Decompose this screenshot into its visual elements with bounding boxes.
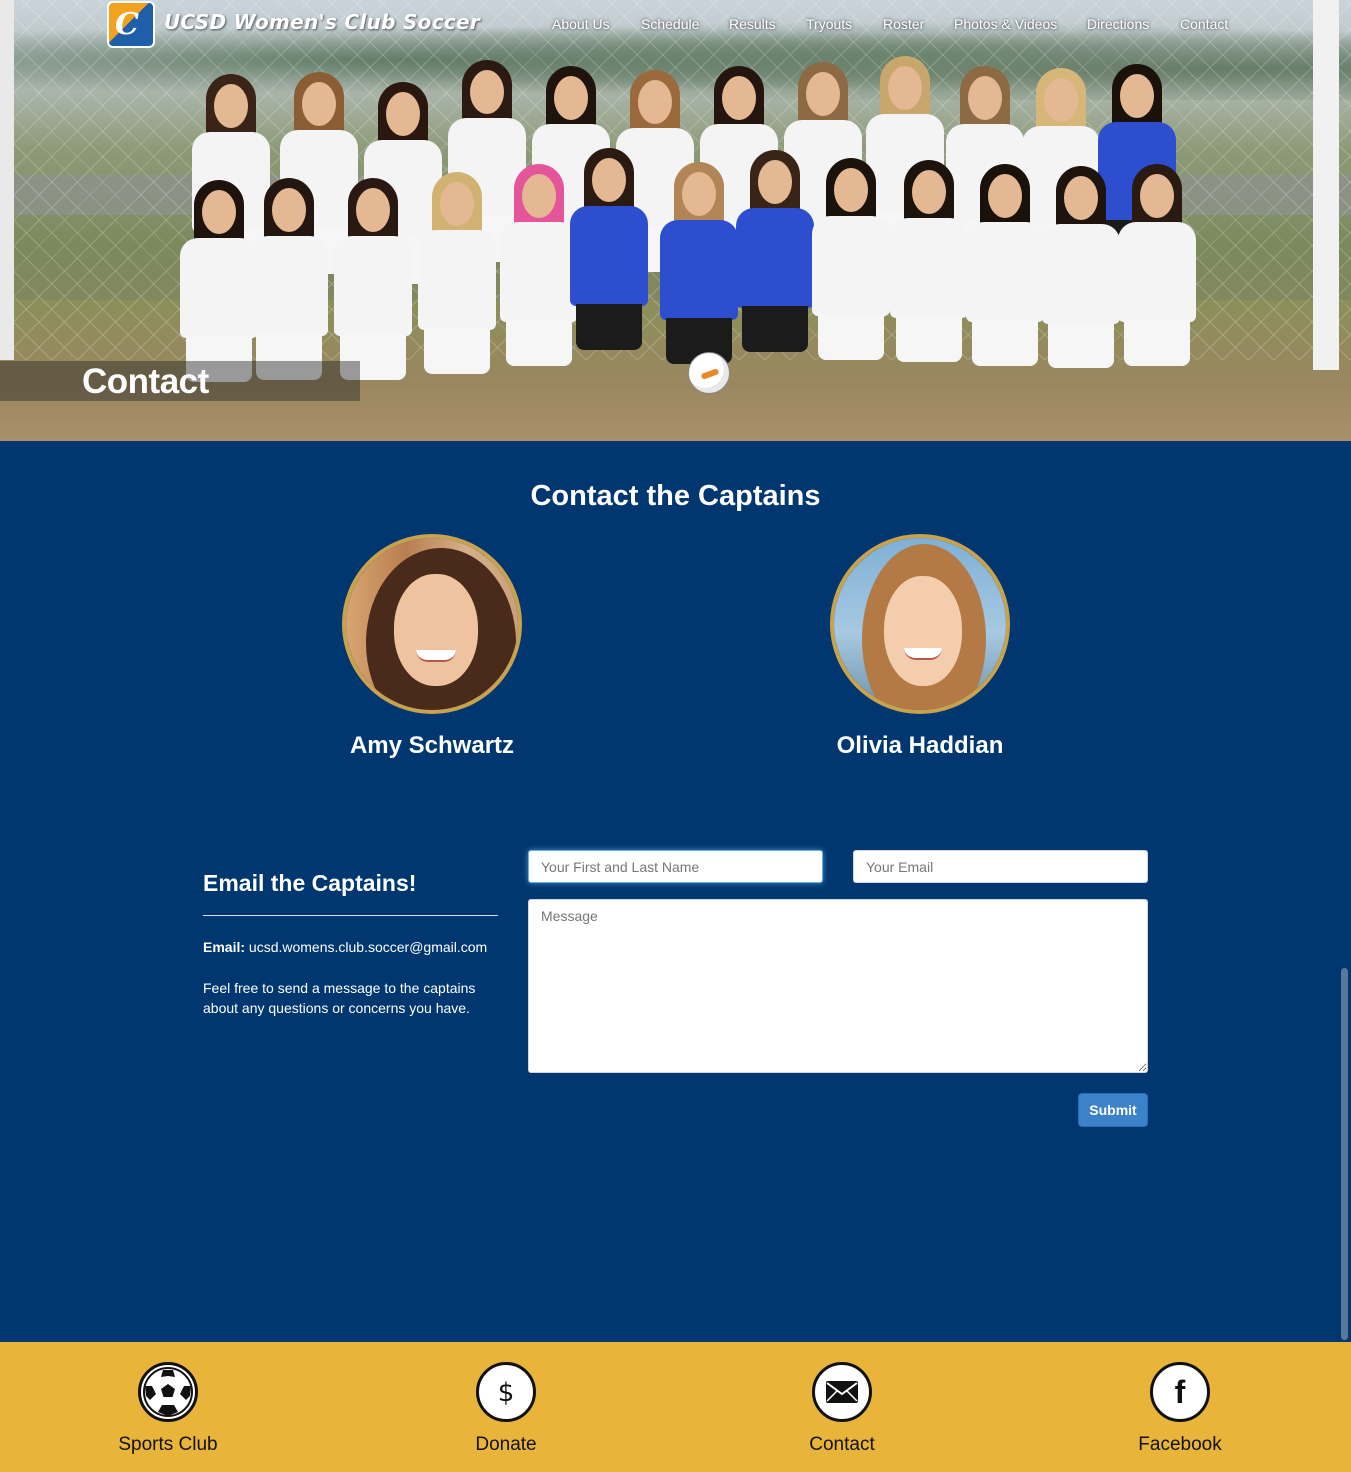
svg-text:f: f [1175, 1374, 1186, 1410]
captain-photo-amy [342, 534, 522, 714]
email-note: Feel free to send a message to the capta… [203, 980, 476, 1016]
footer-link-donate[interactable]: $ Donate [426, 1362, 586, 1456]
nav-contact[interactable]: Contact [1180, 16, 1228, 32]
footer-link-contact[interactable]: Contact [762, 1362, 922, 1456]
captain-photo-olivia [830, 534, 1010, 714]
email-heading: Email the Captains! [203, 870, 417, 896]
email-input[interactable] [853, 850, 1148, 883]
footer-label: Facebook [1138, 1434, 1222, 1455]
soccer-ball-icon [138, 1362, 198, 1422]
envelope-icon [812, 1362, 872, 1422]
footer-label: Sports Club [118, 1434, 218, 1455]
player [180, 180, 258, 390]
captains-heading: Contact the Captains [530, 480, 821, 512]
footer-link-facebook[interactable]: f Facebook [1100, 1362, 1260, 1456]
player [1042, 166, 1120, 376]
message-textarea[interactable] [528, 899, 1148, 1073]
soccer-ball [688, 352, 730, 394]
page-title: Contact [82, 362, 209, 401]
page-scrollbar[interactable] [1341, 968, 1348, 1340]
player [890, 160, 968, 370]
nav-roster[interactable]: Roster [883, 16, 924, 32]
site-logo[interactable]: C [107, 1, 155, 48]
photo-smile [904, 648, 942, 660]
nav-results[interactable]: Results [729, 16, 776, 32]
nav-directions[interactable]: Directions [1087, 16, 1149, 32]
divider [203, 915, 498, 916]
player [334, 178, 412, 388]
site-brand-name[interactable]: UCSD Women's Club Soccer [164, 10, 480, 34]
footer-label: Donate [475, 1434, 537, 1455]
name-input[interactable] [528, 850, 823, 883]
svg-text:$: $ [498, 1378, 515, 1408]
email-address: ucsd.womens.club.soccer@gmail.com [248, 939, 488, 955]
nav-schedule[interactable]: Schedule [641, 16, 699, 32]
photo-face [394, 574, 478, 686]
logo-letter: C [115, 7, 139, 42]
facebook-icon: f [1150, 1362, 1210, 1422]
captain-name-olivia: Olivia Haddian [836, 732, 1004, 759]
photo-smile [416, 650, 456, 662]
hero-banner: Contact [0, 0, 1351, 441]
player [812, 158, 890, 368]
team-photo [170, 56, 1220, 400]
player [418, 172, 496, 382]
player [570, 148, 648, 358]
footer-link-sports-club[interactable]: Sports Club [88, 1362, 248, 1456]
email-label: Email: [203, 939, 246, 955]
player [500, 164, 578, 374]
photo-face [884, 576, 962, 686]
player [1118, 164, 1196, 374]
nav-tryouts[interactable]: Tryouts [806, 16, 852, 32]
goal-post-left [0, 0, 14, 360]
footer: Sports Club $ Donate Contact f Facebook [0, 1342, 1351, 1472]
footer-label: Contact [809, 1434, 875, 1455]
nav-about-us[interactable]: About Us [552, 16, 610, 32]
player [736, 150, 814, 360]
dollar-icon: $ [476, 1362, 536, 1422]
captain-name-amy: Amy Schwartz [349, 732, 515, 759]
player [660, 162, 738, 372]
goal-post-right [1313, 0, 1339, 370]
player [250, 178, 328, 388]
nav-photos-videos[interactable]: Photos & Videos [954, 16, 1057, 32]
submit-button[interactable]: Submit [1078, 1093, 1148, 1127]
player [966, 164, 1044, 374]
email-address-line: Email: ucsd.womens.club.soccer@gmail.com [203, 939, 487, 955]
